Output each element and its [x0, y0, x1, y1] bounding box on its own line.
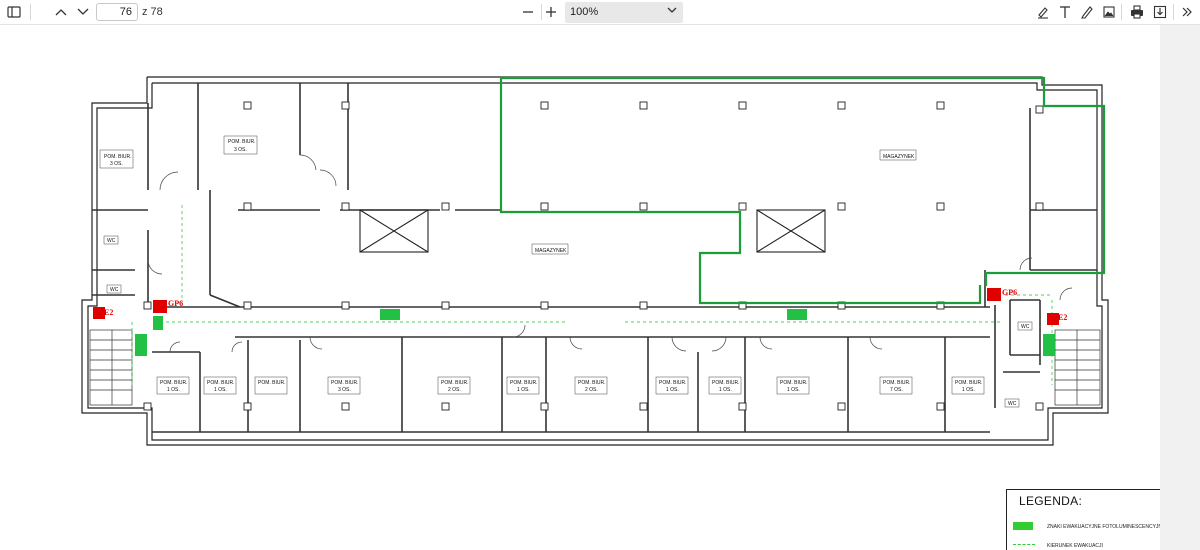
legend-swatch-signs [1013, 522, 1033, 530]
toolbar-divider [1173, 4, 1174, 20]
more-icon[interactable] [1176, 2, 1198, 22]
zoom-select[interactable]: 100% [565, 2, 683, 23]
room-label: POM. BIUR. [228, 139, 256, 145]
room-persons: 1 OS. [167, 387, 180, 393]
legend-item-direction: KIERUNEK EWAKUACJI [1047, 543, 1103, 549]
legend-item-signs: ZNAKI EWAKUACYJNE FOTOLUMINESCENCYJNE [1047, 524, 1166, 530]
room-label: POM. BIUR. [659, 380, 687, 386]
page-total-label: z 78 [142, 6, 163, 18]
room-persons: 2 OS. [448, 387, 461, 393]
room-persons: 1 OS. [666, 387, 679, 393]
room-persons: 1 OS. [214, 387, 227, 393]
chevron-down-icon[interactable] [72, 2, 94, 22]
toolbar-divider [30, 4, 31, 20]
room-persons: 1 OS. [787, 387, 800, 393]
highlight-icon[interactable] [1032, 2, 1054, 22]
legend-title: LEGENDA: [1019, 494, 1083, 508]
storage-label: MAGAZYNEK [535, 248, 567, 254]
wc-label: WC [1021, 324, 1030, 330]
chevron-down-icon [667, 7, 677, 13]
room-label: POM. BIUR. [331, 380, 359, 386]
gp6-label-left: GP6 [168, 299, 183, 308]
room-label: POM. BIUR. [258, 380, 286, 386]
gp6-label-right: GP6 [1002, 288, 1017, 297]
toolbar-divider [1121, 4, 1122, 20]
pdf-page: GP6 GP6 E2 E2 POM. BIUR. 3 OS. POM. BIUR… [0, 25, 1165, 550]
room-persons: 7 OS. [890, 387, 903, 393]
save-icon[interactable] [1149, 2, 1171, 22]
room-label: POM. BIUR. [712, 380, 740, 386]
document-viewer[interactable]: GP6 GP6 E2 E2 POM. BIUR. 3 OS. POM. BIUR… [0, 25, 1200, 550]
exit-code-right: E2 [1058, 313, 1067, 322]
zoom-out-icon[interactable] [517, 2, 539, 22]
sidebar-toggle-icon[interactable] [3, 2, 25, 22]
room-persons: 1 OS. [517, 387, 530, 393]
room-label: POM. BIUR. [578, 380, 606, 386]
wc-label: WC [107, 238, 116, 244]
chevron-up-icon[interactable] [50, 2, 72, 22]
wc-label: WC [110, 287, 119, 293]
vertical-scrollbar[interactable] [1160, 25, 1200, 550]
draw-icon[interactable] [1076, 2, 1098, 22]
exit-code-left: E2 [104, 308, 113, 317]
wc-label: WC [1008, 401, 1017, 407]
room-label: POM. BIUR. [510, 380, 538, 386]
page-number-input[interactable] [96, 3, 138, 21]
room-persons: 3 OS. [338, 387, 351, 393]
print-icon[interactable] [1126, 2, 1148, 22]
room-label: POM. BIUR. [955, 380, 983, 386]
image-icon[interactable] [1098, 2, 1120, 22]
room-persons: 1 OS. [719, 387, 732, 393]
room-label: POM. BIUR. [441, 380, 469, 386]
room-label: POM. BIUR. [883, 380, 911, 386]
room-label: POM. BIUR. [104, 154, 132, 160]
storage-label: MAGAZYNEK [883, 154, 915, 160]
legend: LEGENDA: ZNAKI EWAKUACYJNE FOTOLUMINESCE… [1006, 489, 1165, 550]
legend-swatch-direction [1013, 544, 1035, 545]
floor-plan: GP6 GP6 E2 E2 POM. BIUR. 3 OS. POM. BIUR… [81, 76, 1109, 446]
zoom-value: 100% [570, 6, 599, 18]
room-label: POM. BIUR. [160, 380, 188, 386]
bottom-room-labels: POM. BIUR.1 OS.POM. BIUR.1 OS.POM. BIUR.… [156, 376, 985, 395]
room-label: POM. BIUR. [207, 380, 235, 386]
room-persons: 2 OS. [585, 387, 598, 393]
pdf-toolbar: z 78 100% [0, 0, 1200, 25]
zoom-in-icon[interactable] [540, 2, 562, 22]
room-persons: 3 OS. [234, 147, 247, 153]
room-label: POM. BIUR. [780, 380, 808, 386]
room-persons: 1 OS. [962, 387, 975, 393]
room-persons: 3 OS. [110, 161, 123, 167]
text-icon[interactable] [1054, 2, 1076, 22]
